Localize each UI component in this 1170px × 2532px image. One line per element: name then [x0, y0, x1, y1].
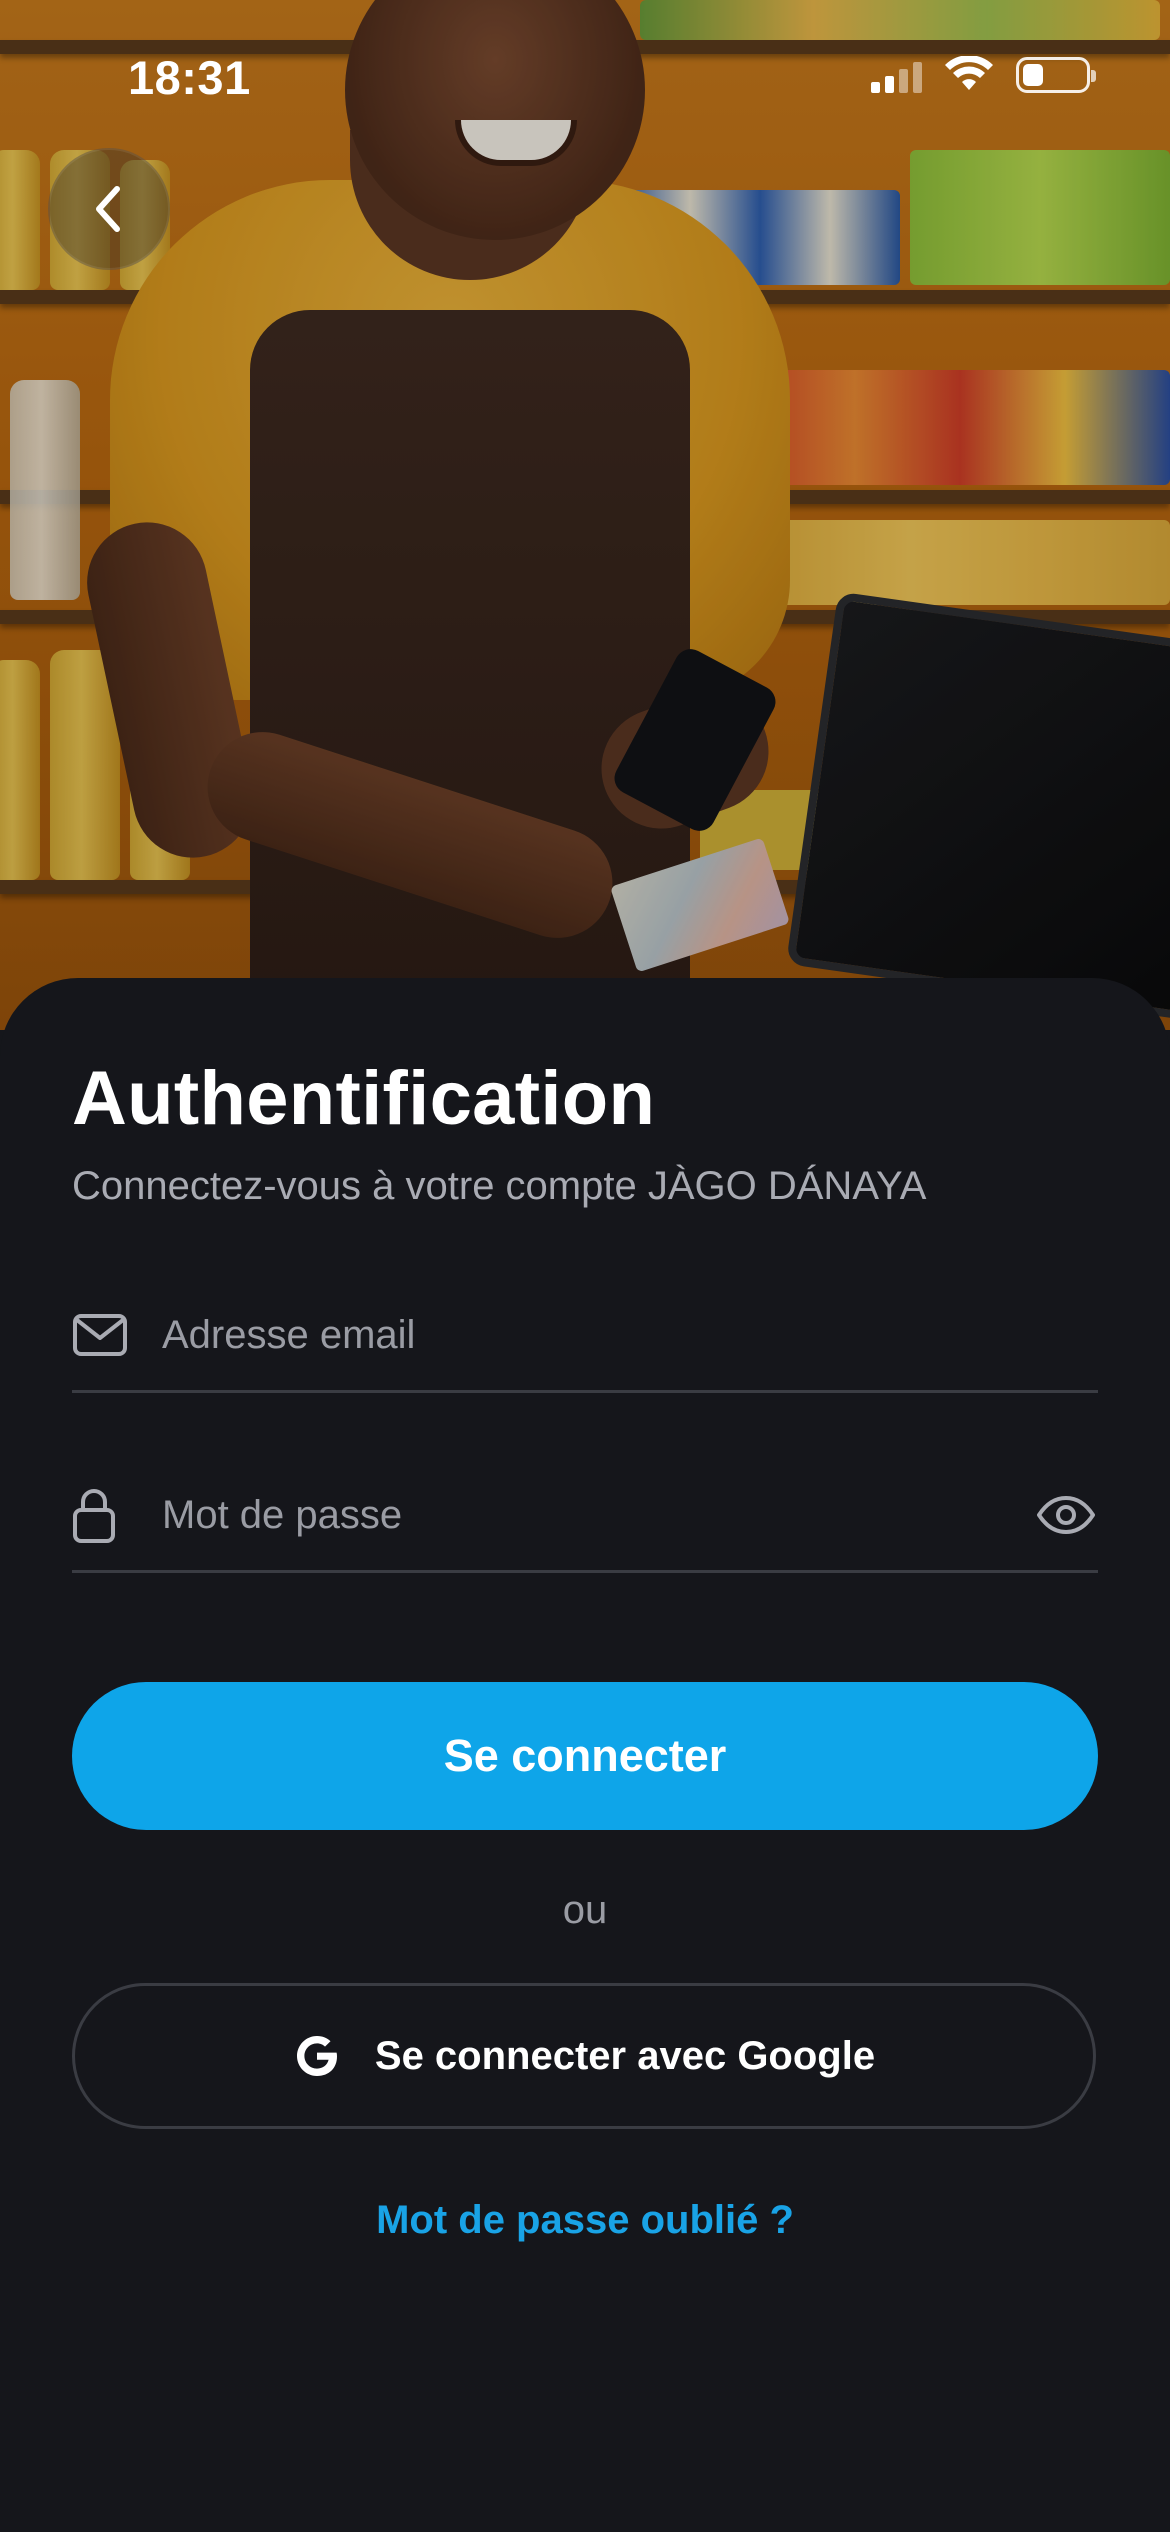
cellular-signal-icon	[871, 57, 922, 93]
hero-overlay	[0, 0, 1170, 1030]
status-time: 18:31	[128, 51, 251, 104]
lock-icon	[72, 1486, 132, 1544]
password-field	[72, 1460, 1098, 1573]
page-title: Authentification	[72, 1056, 656, 1141]
email-input[interactable]	[162, 1312, 1098, 1358]
battery-icon	[1016, 57, 1096, 93]
status-bar: 18:31	[0, 0, 1170, 150]
or-separator: ou	[562, 1888, 608, 1932]
wifi-icon	[945, 56, 993, 90]
forgot-password-link[interactable]: Mot de passe oublié ?	[0, 2198, 1170, 2243]
email-field	[72, 1280, 1098, 1393]
status-icons	[871, 56, 1096, 94]
hero-image	[0, 0, 1170, 1030]
chevron-left-icon	[96, 186, 120, 232]
envelope-icon	[72, 1313, 132, 1357]
eye-icon	[1037, 1496, 1095, 1534]
google-login-button[interactable]: Se connecter avec Google	[72, 1983, 1096, 2129]
login-screen: 18:31 Authentification Connectez-vous à …	[0, 0, 1170, 2532]
google-login-label: Se connecter avec Google	[374, 2033, 876, 2078]
back-button[interactable]	[48, 148, 170, 270]
login-button[interactable]: Se connecter	[72, 1682, 1098, 1830]
google-g-icon	[296, 2036, 337, 2076]
page-subtitle: Connectez-vous à votre compte JÀGO DÁNAY…	[72, 1164, 927, 1208]
battery-level	[1023, 64, 1043, 86]
show-password-toggle[interactable]	[1034, 1483, 1098, 1547]
password-input[interactable]	[162, 1492, 1034, 1538]
